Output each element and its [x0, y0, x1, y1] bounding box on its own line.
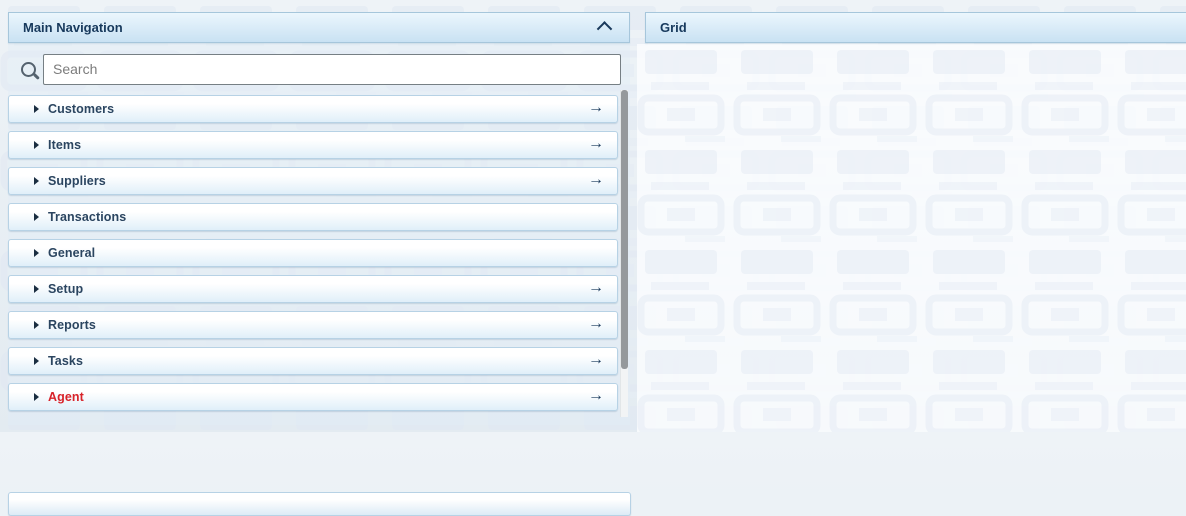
expand-triangle-icon[interactable]	[34, 213, 39, 221]
search-icon	[20, 61, 36, 77]
nav-item-label: Reports	[48, 318, 96, 332]
nav-scrollbar-track[interactable]	[620, 90, 628, 417]
nav-item-transactions[interactable]: Transactions	[8, 203, 618, 231]
application-window: Main Navigation Customers → Items → Supp…	[0, 0, 1186, 516]
drill-arrow-icon[interactable]: →	[588, 100, 604, 116]
nav-item-tasks[interactable]: Tasks →	[8, 347, 618, 375]
watermark-pattern-grid	[637, 44, 1186, 432]
expand-triangle-icon[interactable]	[34, 141, 39, 149]
expand-triangle-icon[interactable]	[34, 249, 39, 257]
drill-arrow-icon[interactable]: →	[588, 172, 604, 188]
main-navigation-title: Main Navigation	[23, 20, 123, 35]
nav-item-customers[interactable]: Customers →	[8, 95, 618, 123]
expand-triangle-icon[interactable]	[34, 357, 39, 365]
main-navigation-header: Main Navigation	[8, 12, 630, 43]
nav-item-clipped[interactable]	[8, 492, 631, 516]
grid-panel: Grid	[645, 12, 1186, 43]
expand-triangle-icon[interactable]	[34, 285, 39, 293]
grid-header: Grid	[645, 12, 1186, 43]
search-row	[8, 43, 630, 95]
nav-item-suppliers[interactable]: Suppliers →	[8, 167, 618, 195]
nav-item-label: Transactions	[48, 210, 127, 224]
expand-triangle-icon[interactable]	[34, 105, 39, 113]
search-input[interactable]	[43, 53, 621, 85]
expand-triangle-icon[interactable]	[34, 177, 39, 185]
nav-item-label: Customers	[48, 102, 115, 116]
drill-arrow-icon[interactable]: →	[588, 316, 604, 332]
nav-item-label: Items	[48, 138, 82, 152]
nav-scrollbar-thumb[interactable]	[621, 90, 628, 369]
nav-item-label: General	[48, 246, 96, 260]
drill-arrow-icon[interactable]: →	[588, 280, 604, 296]
nav-item-setup[interactable]: Setup →	[8, 275, 618, 303]
nav-item-items[interactable]: Items →	[8, 131, 618, 159]
grid-title: Grid	[660, 20, 687, 35]
search-icon-wrap	[13, 61, 43, 77]
expand-triangle-icon[interactable]	[34, 321, 39, 329]
nav-item-list: Customers → Items → Suppliers → Transact…	[8, 95, 631, 516]
nav-item-agent[interactable]: Agent →	[8, 383, 618, 411]
collapse-panel-button[interactable]	[593, 18, 615, 38]
nav-item-label: Tasks	[48, 354, 84, 368]
drill-arrow-icon[interactable]: →	[588, 388, 604, 404]
nav-item-reports[interactable]: Reports →	[8, 311, 618, 339]
main-navigation-panel: Main Navigation Customers → Items → Supp…	[8, 12, 631, 516]
expand-triangle-icon[interactable]	[34, 393, 39, 401]
drill-arrow-icon[interactable]: →	[588, 352, 604, 368]
nav-item-label: Setup	[48, 282, 84, 296]
nav-item-label: Suppliers	[48, 174, 106, 188]
grid-content-area	[637, 44, 1186, 432]
nav-item-label: Agent	[48, 390, 84, 404]
nav-item-general[interactable]: General	[8, 239, 618, 267]
chevron-up-icon	[596, 21, 612, 37]
drill-arrow-icon[interactable]: →	[588, 136, 604, 152]
